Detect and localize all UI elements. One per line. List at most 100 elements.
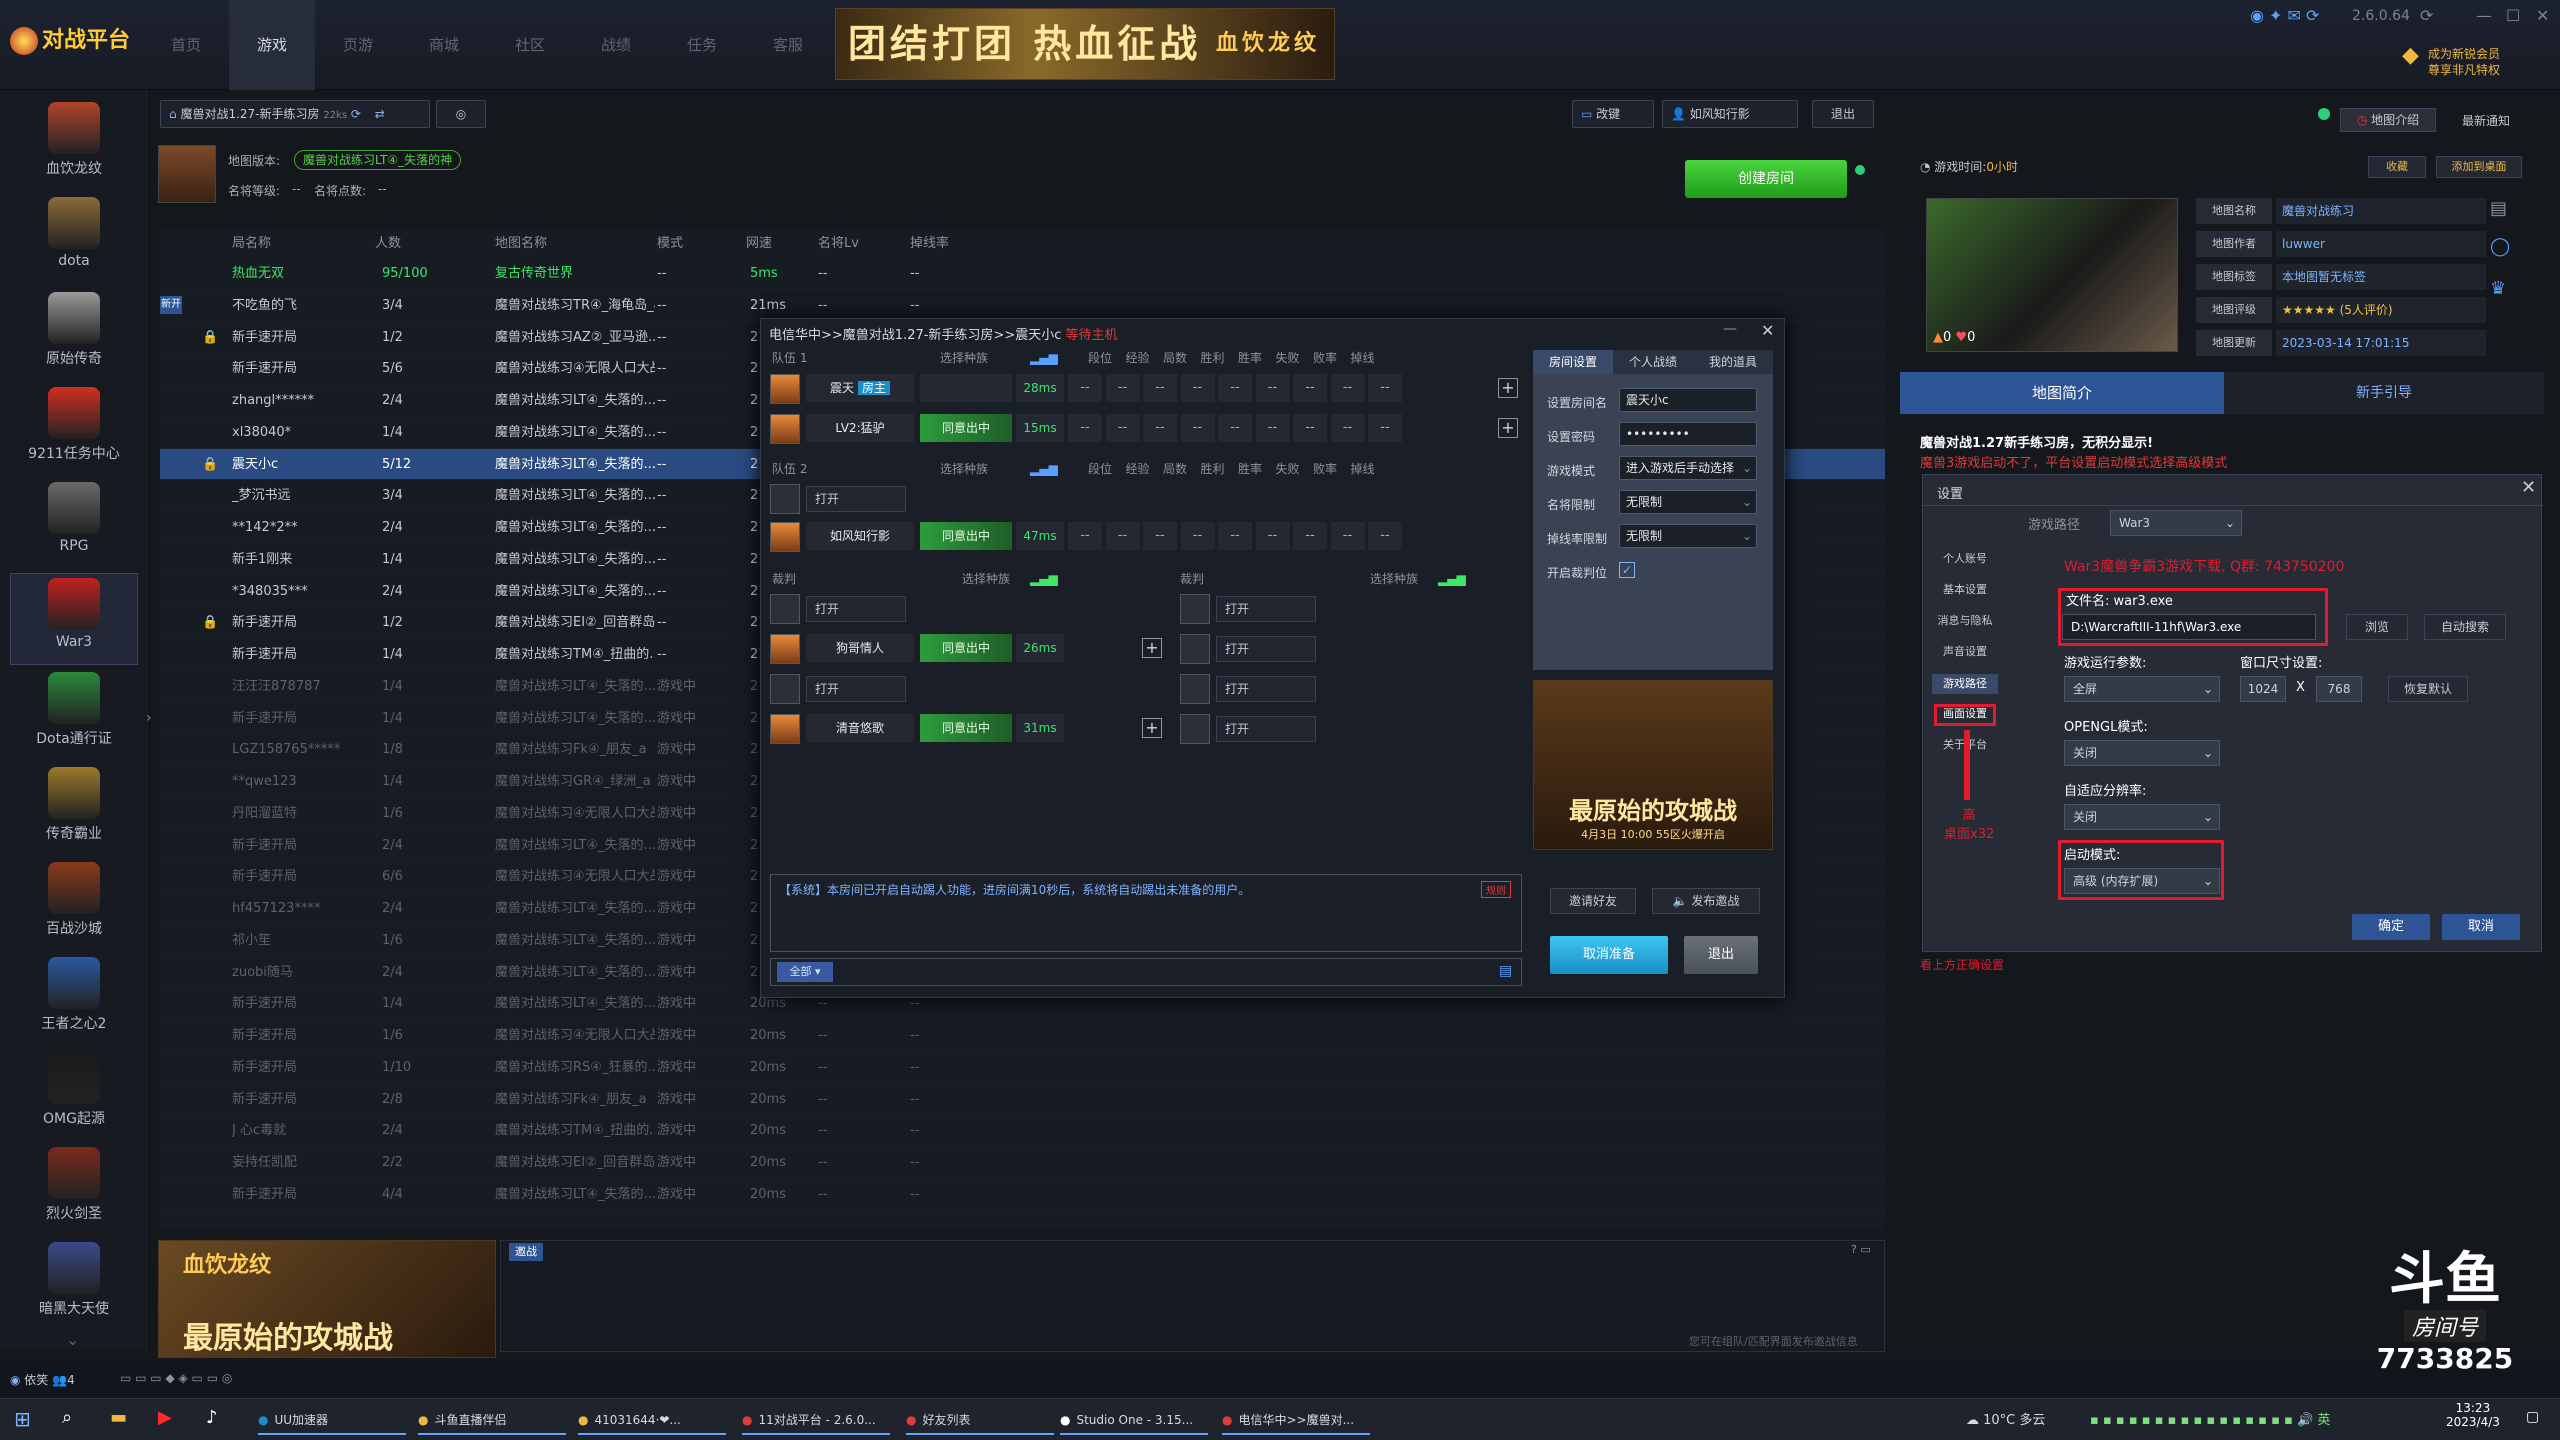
table-row[interactable]: 妄持任凯配 2/2 魔兽对战练习EI②_回音群岛 游戏中 20ms -- -- <box>160 1147 1885 1179</box>
table-row[interactable]: J 心c毒就 2/4 魔兽对战练习TM④_扭曲的... 游戏中 20ms -- -- <box>160 1115 1885 1148</box>
tray-icons[interactable]: ▪ ▪ ▪ ▪ ▪ ▪ ▪ ▪ ▪ ▪ ▪ ▪ ▪ ▪ ▪ ▪ 🔊 英 <box>2090 1409 2330 1428</box>
add-slot-button[interactable]: + <box>1498 418 1518 438</box>
taskbar-app[interactable]: ● 好友列表 <box>906 1405 1054 1435</box>
room-ad-banner[interactable]: 最原始的攻城战 4月3日 10:00 55区火爆开启 <box>1533 680 1773 850</box>
weather[interactable]: ☁ 10°C 多云 <box>1966 1409 2045 1428</box>
restore-default-button[interactable]: 恢复默认 <box>2388 676 2468 702</box>
sidebar-item-8[interactable]: 百战沙城 <box>10 858 138 950</box>
map-intro-button[interactable]: ◷ 地图介绍 <box>2340 108 2436 132</box>
favorite-button[interactable]: 收藏 <box>2368 156 2426 178</box>
sidebar-item-0[interactable]: 血饮龙纹 <box>10 98 138 190</box>
collapse-arrow-icon[interactable]: › <box>146 710 152 726</box>
clock[interactable]: 13:23 2023/4/3 <box>2446 1401 2500 1429</box>
broadcast-button[interactable]: 🔈 发布邀战 <box>1652 888 1760 914</box>
slot-open-select[interactable]: 打开 <box>1216 716 1316 742</box>
drop-limit-select[interactable]: 无限制 ⌄ <box>1619 524 1757 548</box>
col-header-map[interactable]: 地图名称 <box>495 230 547 258</box>
sidebar-item-12[interactable]: 暗黑大天使 <box>10 1238 138 1330</box>
tab-map-intro[interactable]: 地图简介 <box>1900 372 2224 414</box>
room-password-input[interactable]: ••••••••• <box>1619 422 1757 446</box>
chat-scope-select[interactable]: 全部 ▾ <box>777 962 833 982</box>
nav-tab-records[interactable]: 战绩 <box>573 0 659 90</box>
document-icon[interactable]: ▤ <box>2490 198 2507 219</box>
col-header-ping[interactable]: 网速 <box>746 230 772 258</box>
help-icon[interactable]: ? ▭ <box>1851 1243 1871 1256</box>
room-path-bar[interactable]: ⌂ 魔兽对战1.27-新手练习房 22ks ⟳ ⇄ <box>160 100 430 128</box>
table-row[interactable]: 热血无双 95/100 复古传奇世界 -- 5ms -- -- <box>160 258 1885 290</box>
col-header-droprate[interactable]: 掉线率 <box>910 230 949 258</box>
status-icons[interactable]: ▭ ▭ ▭ ◆ ◈ ▭ ▭ ◎ <box>120 1371 232 1385</box>
profile-button[interactable]: 👤 如风知行影 <box>1662 100 1798 128</box>
taskbar-app[interactable]: ● 41031644·❤... <box>578 1405 726 1435</box>
col-header-players[interactable]: 人数 <box>375 230 401 258</box>
sidebar-item-11[interactable]: 烈火剑圣 <box>10 1143 138 1235</box>
table-row[interactable]: 新开 不吃鱼的飞 3/4 魔兽对战练习TR④_海龟岛_a -- 21ms -- -- <box>160 290 1885 322</box>
run-args-select[interactable]: 全屏 ⌄ <box>2064 676 2220 702</box>
settings-nav-item[interactable]: 消息与隐私 <box>1932 612 1998 628</box>
player-name[interactable]: 清音悠歌 <box>806 714 914 742</box>
windows-start-icon[interactable]: ⊞ <box>14 1407 31 1431</box>
race-select[interactable] <box>920 374 1012 402</box>
game-path-select[interactable]: War3 ⌄ <box>2110 510 2242 536</box>
nav-tab-shop[interactable]: 商城 <box>401 0 487 90</box>
slot-open-select[interactable]: 打开 <box>1216 596 1316 622</box>
taskbar-app[interactable]: ● 电信华中>>魔兽对... <box>1222 1405 1370 1435</box>
player-name[interactable]: 如风知行影 <box>806 522 914 550</box>
maximize-icon[interactable]: ☐ <box>2506 6 2520 25</box>
minimize-icon[interactable]: — <box>1723 321 1737 337</box>
invite-friend-button[interactable]: 邀请好友 <box>1550 888 1636 914</box>
sidebar-item-4[interactable]: RPG <box>10 478 138 570</box>
sidebar-item-3[interactable]: 9211任务中心 <box>10 383 138 475</box>
nav-tab-home[interactable]: 首页 <box>143 0 229 90</box>
settings-nav-item[interactable]: 个人账号 <box>1932 550 1998 566</box>
sidebar-item-6[interactable]: Dota通行证 <box>10 668 138 760</box>
sidebar-item-1[interactable]: dota <box>10 193 138 285</box>
adaptive-resolution-select[interactable]: 关闭 ⌄ <box>2064 804 2220 830</box>
sidebar-scroll-down-icon[interactable]: ⌄ <box>66 1330 79 1349</box>
refresh-icon[interactable]: ⟳ <box>2420 6 2433 25</box>
close-icon[interactable]: ✕ <box>2536 6 2549 25</box>
nav-tab-games[interactable]: 游戏 <box>229 0 315 90</box>
bottom-promo-banner[interactable]: 血饮龙纹 最原始的攻城战 <box>158 1240 496 1358</box>
youtube-icon[interactable]: ▶ <box>158 1407 172 1428</box>
folder-icon[interactable]: ▬ <box>110 1407 127 1428</box>
taskbar-app[interactable]: ● Studio One - 3.15... <box>1060 1405 1208 1435</box>
refresh-icon[interactable]: ⟳ <box>351 107 361 121</box>
slot-open-select[interactable]: 打开 <box>806 486 906 512</box>
settings-cancel-button[interactable]: 取消 <box>2442 914 2520 940</box>
window-width-input[interactable]: 1024 <box>2240 676 2286 702</box>
browse-button[interactable]: 浏览 <box>2346 614 2408 640</box>
tab-personal-record[interactable]: 个人战绩 <box>1613 350 1693 374</box>
col-header-fame[interactable]: 名将Lv <box>818 230 859 258</box>
top-banner-ad[interactable]: 团结打团 热血征战 血饮龙纹 <box>835 8 1335 80</box>
add-slot-button[interactable]: + <box>1142 638 1162 658</box>
nav-tab-community[interactable]: 社区 <box>487 0 573 90</box>
notification-icon[interactable]: ▢ <box>2526 1409 2539 1425</box>
col-header-name[interactable]: 局名称 <box>232 230 271 258</box>
table-row[interactable]: 新手速开局 4/4 魔兽对战练习LT④_失落的... 游戏中 20ms -- -- <box>160 1179 1885 1211</box>
trophy-icon[interactable]: ♛ <box>2490 278 2506 299</box>
taskbar-app[interactable]: ● UU加速器 <box>258 1405 406 1435</box>
table-row[interactable]: 新手速开局 2/8 魔兽对战练习Fk④_朋友_a 游戏中 20ms -- -- <box>160 1084 1885 1116</box>
minimize-icon[interactable]: — <box>2476 6 2492 25</box>
settings-nav-item[interactable]: 游戏路径 <box>1932 674 1998 694</box>
globe-button[interactable]: ◎ <box>436 100 486 128</box>
player-name[interactable]: 震天 房主 <box>806 374 914 402</box>
referee-checkbox[interactable]: ✓ <box>1619 562 1635 578</box>
fame-limit-select[interactable]: 无限制 ⌄ <box>1619 490 1757 514</box>
room-name-input[interactable]: 震天小c <box>1619 388 1757 412</box>
file-path-input[interactable]: D:\WarcraftIII-11hf\War3.exe <box>2062 614 2316 640</box>
exit-room-list-button[interactable]: 退出 <box>1812 100 1874 128</box>
settings-ok-button[interactable]: 确定 <box>2352 914 2430 940</box>
send-icon[interactable]: ▤ <box>1499 963 1512 979</box>
sidebar-item-2[interactable]: 原始传奇 <box>10 288 138 380</box>
vip-promo[interactable]: ◆ 成为新锐会员 尊享非凡特权 <box>2402 45 2500 78</box>
slot-open-select[interactable]: 打开 <box>1216 636 1316 662</box>
opengl-select[interactable]: 关闭 ⌄ <box>2064 740 2220 766</box>
create-room-button[interactable]: 创建房间 <box>1685 160 1847 198</box>
cancel-ready-button[interactable]: 取消准备 <box>1550 936 1668 974</box>
nav-tab-tasks[interactable]: 任务 <box>659 0 745 90</box>
search-icon[interactable]: ⌕ <box>62 1407 72 1428</box>
taskbar-app[interactable]: ● 斗鱼直播伴侣 <box>418 1405 566 1435</box>
table-row[interactable]: 新手速开局 1/10 魔兽对战练习RS④_狂暴的... 游戏中 20ms -- -- <box>160 1052 1885 1084</box>
